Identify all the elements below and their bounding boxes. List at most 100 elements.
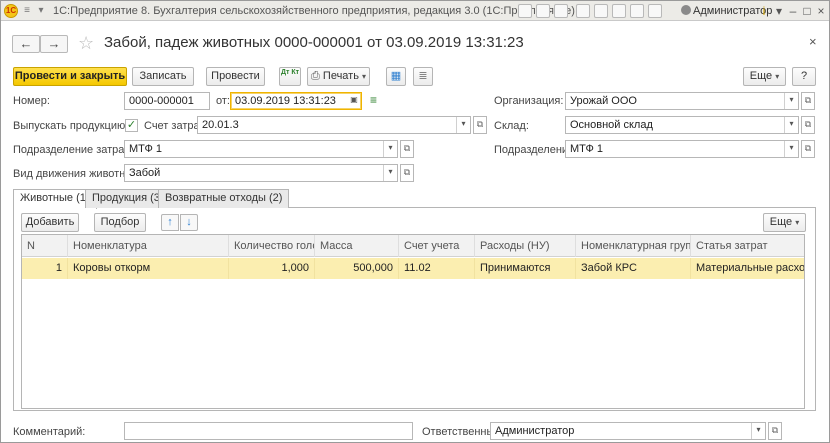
back-button[interactable]: ← (12, 35, 40, 53)
comment-field[interactable] (124, 422, 413, 440)
open-icon[interactable]: ⧉ (768, 422, 782, 440)
date-value: 03.09.2019 13:31:23 (235, 95, 336, 107)
table-cell[interactable]: 1,000 (229, 258, 315, 279)
table-cell[interactable]: Принимаются (475, 258, 576, 279)
table-cell[interactable]: Материальные расходы (691, 258, 804, 279)
chevron-down-icon[interactable]: ▾ (784, 93, 798, 109)
post-and-close-button[interactable]: Провести и закрыть (13, 67, 127, 86)
open-icon[interactable]: ⧉ (473, 116, 487, 134)
save-button[interactable]: Записать (132, 67, 194, 86)
structure-icon[interactable]: ▦ (386, 67, 406, 86)
save-icon[interactable] (518, 4, 532, 18)
move-down-icon[interactable]: ↓ (180, 214, 198, 231)
column-header[interactable]: Номенклатурная группа (576, 235, 691, 257)
warehouse-value: Основной склад (570, 119, 653, 131)
tab-returnable-waste[interactable]: Возвратные отходы (2) (158, 189, 290, 208)
window-close-icon[interactable]: × (813, 3, 829, 19)
table-cell[interactable]: 500,000 (315, 258, 399, 279)
chevron-down-icon: ▾ (795, 218, 800, 227)
open-icon[interactable]: ⧉ (801, 116, 815, 134)
zoom-icon[interactable] (630, 4, 644, 18)
column-header[interactable]: Статья затрат (691, 235, 804, 257)
produce-label: Выпускать продукцию: (13, 120, 129, 132)
movement-type-value: Забой (129, 167, 161, 179)
info-icon[interactable]: i (756, 3, 772, 19)
table-more-button[interactable]: Еще ▾ (763, 213, 806, 232)
responsible-field[interactable]: Администратор ▾ (490, 422, 766, 440)
star-icon[interactable]: ☆ (78, 33, 94, 53)
number-label: Номер: (13, 95, 50, 107)
app-logo-icon[interactable]: 1C (4, 4, 18, 18)
movement-type-field[interactable]: Забой ▾ (124, 164, 398, 182)
add-button[interactable]: Добавить (21, 213, 79, 232)
open-icon[interactable]: ⧉ (801, 140, 815, 158)
table-header: N Номенклатура Количество голов Масса Сч… (22, 235, 804, 257)
print-button[interactable]: ⎙ Печать ▾ (307, 67, 370, 86)
dt-kt-button[interactable]: Дт Кт (279, 67, 301, 86)
print-icon[interactable] (536, 4, 550, 18)
table-cell[interactable]: Коровы откорм (68, 258, 229, 279)
warehouse-field[interactable]: Основной склад ▾ (565, 116, 799, 134)
post-button[interactable]: Провести (206, 67, 265, 86)
chevron-down-icon[interactable]: ▾ (784, 141, 798, 157)
movement-type-label: Вид движения животных: (13, 168, 142, 180)
warehouse-label: Склад: (494, 120, 529, 132)
date-label: от: (216, 95, 230, 107)
column-header[interactable]: Масса (315, 235, 399, 257)
account-field[interactable]: 20.01.3 ▾ (197, 116, 471, 134)
cost-division-value: МТФ 1 (129, 143, 163, 155)
chevron-down-icon[interactable]: ▾ (751, 423, 765, 439)
calendar-icon[interactable]: ▣ (347, 93, 361, 109)
produce-checkbox[interactable]: ✓ (125, 119, 138, 132)
more-button[interactable]: Еще ▾ (743, 67, 786, 86)
forward-button[interactable]: → (40, 35, 68, 53)
organization-field[interactable]: Урожай ООО ▾ (565, 92, 799, 110)
organization-value: Урожай ООО (570, 95, 637, 107)
organization-label: Организация: (494, 95, 564, 107)
open-icon[interactable]: ⧉ (801, 92, 815, 110)
calendar-icon[interactable] (594, 4, 608, 18)
division-field[interactable]: МТФ 1 ▾ (565, 140, 799, 158)
open-icon[interactable]: ⧉ (400, 164, 414, 182)
chevron-down-icon[interactable]: ▾ (383, 141, 397, 157)
printer-icon: ⎙ (311, 70, 320, 82)
number-field[interactable]: 0000-000001 (124, 92, 210, 110)
cost-division-field[interactable]: МТФ 1 ▾ (124, 140, 398, 158)
help-button[interactable]: ? (792, 67, 816, 86)
calculator-icon[interactable] (612, 4, 626, 18)
pick-button[interactable]: Подбор (94, 213, 146, 232)
chevron-down-icon[interactable]: ▾ (383, 165, 397, 181)
table-more-label: Еще (769, 216, 793, 228)
chevron-down-icon: ▾ (775, 72, 780, 81)
tab-animals[interactable]: Животные (1) (13, 189, 97, 209)
chevron-down-icon[interactable]: ▾ (456, 117, 470, 133)
preview-icon[interactable] (554, 4, 568, 18)
table-cell[interactable]: 1 (22, 258, 68, 279)
chevron-down-icon[interactable]: ▾ (784, 117, 798, 133)
open-icon[interactable]: ⧉ (400, 140, 414, 158)
column-header[interactable]: Номенклатура (68, 235, 229, 257)
close-icon[interactable]: × (809, 34, 817, 49)
window-title: 1С:Предприятие 8. Бухгалтерия сельскохоз… (53, 5, 575, 17)
column-header[interactable]: Расходы (НУ) (475, 235, 576, 257)
list-add-icon[interactable]: ≡ (370, 93, 377, 107)
title-bar: 1C ≡ ▾ 1С:Предприятие 8. Бухгалтерия сел… (1, 1, 829, 21)
responsible-value: Администратор (495, 425, 575, 437)
move-up-icon[interactable]: ↑ (161, 214, 179, 231)
page-title: Забой, падеж животных 0000-000001 от 03.… (104, 34, 524, 51)
history-icon[interactable] (648, 4, 662, 18)
column-header[interactable]: N (22, 235, 68, 257)
table-row[interactable]: 1 Коровы откорм 1,000 500,000 11.02 Прин… (22, 258, 804, 279)
favorites-icon[interactable] (576, 4, 590, 18)
column-header[interactable]: Счет учета (399, 235, 475, 257)
chevron-down-icon[interactable]: ▾ (35, 5, 47, 17)
chevron-down-icon: ▾ (361, 72, 366, 81)
column-header[interactable]: Количество голов (229, 235, 315, 257)
table-cell[interactable]: Забой КРС (576, 258, 691, 279)
division-value: МТФ 1 (570, 143, 604, 155)
menu-icon[interactable]: ≡ (21, 5, 33, 17)
app-window: 1C ≡ ▾ 1С:Предприятие 8. Бухгалтерия сел… (0, 0, 830, 443)
date-field[interactable]: 03.09.2019 13:31:23 ▣ (230, 92, 362, 110)
table-cell[interactable]: 11.02 (399, 258, 475, 279)
list-icon[interactable]: ≣ (413, 67, 433, 86)
